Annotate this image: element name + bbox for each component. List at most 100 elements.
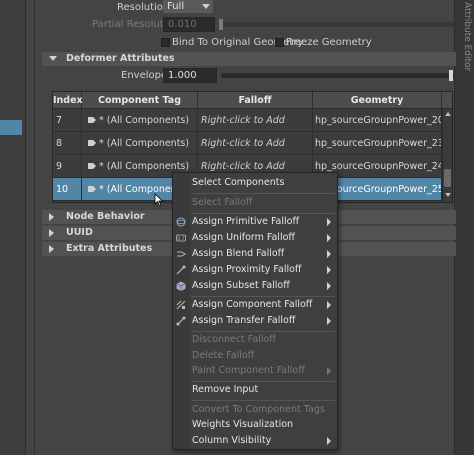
freeze-geometry-label: Freeze Geometry <box>286 37 372 48</box>
attribute-editor-tab[interactable]: Attribute Editor <box>456 2 472 442</box>
menu-item-disconnect-falloff: Disconnect Falloff <box>173 332 337 348</box>
resolution-dropdown[interactable]: Full <box>163 0 213 13</box>
resolution-value: Full <box>167 1 185 12</box>
menu-item-assign-blend-falloff[interactable]: Assign Blend Falloff <box>173 246 337 262</box>
menu-item-label: Select Falloff <box>192 197 253 208</box>
menu-item-label: Column Visibility <box>192 435 272 446</box>
menu-item-label: Delete Falloff <box>192 350 255 361</box>
section-title: UUID <box>66 227 93 238</box>
row-tag-text: * (All Components) <box>99 115 190 126</box>
outliner-selected-item[interactable] <box>0 120 22 135</box>
submenu-arrow-icon <box>327 437 331 445</box>
expanded-arrow-icon <box>49 56 57 61</box>
menu-item-label: Remove Input <box>192 384 259 395</box>
proximity-icon <box>176 265 186 275</box>
tag-icon <box>88 186 96 192</box>
menu-item-label: Assign Subset Falloff <box>192 280 290 291</box>
menu-item-select-falloff: Select Falloff <box>173 195 337 211</box>
context-menu: Select Components Select Falloff Assign … <box>172 172 338 450</box>
header-component-tag[interactable]: Component Tag <box>82 92 198 109</box>
table-row[interactable]: 7 * (All Components) Right-click to Add … <box>53 109 452 132</box>
menu-item-label: Weights Visualization <box>192 419 294 430</box>
menu-item-label: Convert To Component Tags <box>192 404 325 415</box>
cube-icon <box>176 281 186 291</box>
sphere-icon <box>176 217 186 227</box>
menu-item-label: Assign Uniform Falloff <box>192 232 295 243</box>
deformer-attributes-header[interactable]: Deformer Attributes <box>42 52 456 66</box>
section-title: Extra Attributes <box>66 243 153 254</box>
menu-item-assign-transfer-falloff[interactable]: Assign Transfer Falloff <box>173 313 337 329</box>
envelope-slider[interactable] <box>221 73 454 78</box>
scroll-up-icon[interactable] <box>445 112 451 116</box>
section-title: Node Behavior <box>66 211 145 222</box>
partial-resolution-field[interactable]: 0.010 <box>163 17 215 32</box>
submenu-arrow-icon <box>327 367 331 375</box>
row-tag-text: * (All Components) <box>99 138 190 149</box>
table-header: Index Component Tag Falloff Geometry <box>53 92 452 109</box>
chevron-down-icon <box>202 4 210 9</box>
transfer-icon <box>176 316 186 326</box>
menu-item-select-components[interactable]: Select Components <box>173 175 337 191</box>
scroll-thumb[interactable] <box>444 169 451 187</box>
menu-separator <box>191 193 335 194</box>
menu-item-weights-visualization[interactable]: Weights Visualization <box>173 417 337 433</box>
table-row[interactable]: 8 * (All Components) Right-click to Add … <box>53 132 452 155</box>
submenu-arrow-icon <box>327 301 331 309</box>
collapsed-arrow-icon <box>49 229 54 237</box>
outliner-pane <box>0 0 26 455</box>
row-index: 10 <box>53 178 82 201</box>
menu-item-assign-subset-falloff[interactable]: Assign Subset Falloff <box>173 278 337 294</box>
row-tag: * (All Components) <box>82 109 198 132</box>
scroll-down-icon[interactable] <box>445 193 451 197</box>
partial-resolution-slider[interactable] <box>219 22 454 27</box>
row-tag-text: * (All Components) <box>99 161 190 172</box>
header-geometry[interactable]: Geometry <box>313 92 442 109</box>
row-index: 8 <box>53 132 82 155</box>
menu-item-assign-component-falloff[interactable]: Assign Component Falloff <box>173 297 337 313</box>
mouse-cursor-icon <box>154 193 164 207</box>
uniform-icon: 0.7 <box>176 234 186 242</box>
menu-item-column-visibility[interactable]: Column Visibility <box>173 433 337 449</box>
menu-item-label: Assign Blend Falloff <box>192 248 285 259</box>
freeze-geometry-checkbox[interactable] <box>275 38 284 47</box>
row-falloff: Right-click to Add <box>198 109 313 132</box>
menu-item-assign-primitive-falloff[interactable]: Assign Primitive Falloff <box>173 214 337 230</box>
pane-divider[interactable] <box>34 0 35 455</box>
submenu-arrow-icon <box>327 282 331 290</box>
menu-item-label: Assign Component Falloff <box>192 299 313 310</box>
bind-original-checkbox[interactable] <box>161 38 170 47</box>
menu-item-paint-component-falloff: Paint Component Falloff <box>173 363 337 379</box>
collapsed-arrow-icon <box>49 213 54 221</box>
menu-item-label: Disconnect Falloff <box>192 334 276 345</box>
menu-item-remove-input[interactable]: Remove Input <box>173 382 337 398</box>
submenu-arrow-icon <box>327 218 331 226</box>
table-scrollbar[interactable] <box>442 109 452 202</box>
menu-item-delete-falloff: Delete Falloff <box>173 348 337 364</box>
row-tag: * (All Components) <box>82 132 198 155</box>
envelope-label: Envelope <box>121 70 168 81</box>
menu-item-convert-to-component-tags: Convert To Component Tags <box>173 402 337 418</box>
menu-item-label: Assign Primitive Falloff <box>192 216 300 227</box>
row-geometry: hp_sourceGroupnPower_20Shape <box>313 109 442 132</box>
blend-icon <box>177 251 186 257</box>
row-geometry: hp_sourceGroupnPower_23Shape <box>313 132 442 155</box>
component-icon <box>176 300 186 310</box>
section-title: Deformer Attributes <box>66 53 175 64</box>
svg-text:0.7: 0.7 <box>177 236 184 242</box>
menu-item-label: Assign Transfer Falloff <box>192 315 296 326</box>
collapsed-arrow-icon <box>49 245 54 253</box>
menu-item-assign-proximity-falloff[interactable]: Assign Proximity Falloff <box>173 262 337 278</box>
resolution-label: Resolution <box>117 2 170 13</box>
envelope-field[interactable]: 1.000 <box>163 68 217 83</box>
menu-item-label: Assign Proximity Falloff <box>192 264 302 275</box>
envelope-slider-handle[interactable] <box>449 70 453 81</box>
tag-icon <box>88 140 96 146</box>
header-falloff[interactable]: Falloff <box>198 92 313 109</box>
partial-resolution-slider-handle[interactable] <box>219 19 223 30</box>
menu-separator <box>191 400 335 401</box>
row-index: 7 <box>53 109 82 132</box>
row-falloff: Right-click to Add <box>198 132 313 155</box>
submenu-arrow-icon <box>327 234 331 242</box>
header-index[interactable]: Index <box>53 92 83 109</box>
menu-item-assign-uniform-falloff[interactable]: 0.7 Assign Uniform Falloff <box>173 230 337 246</box>
